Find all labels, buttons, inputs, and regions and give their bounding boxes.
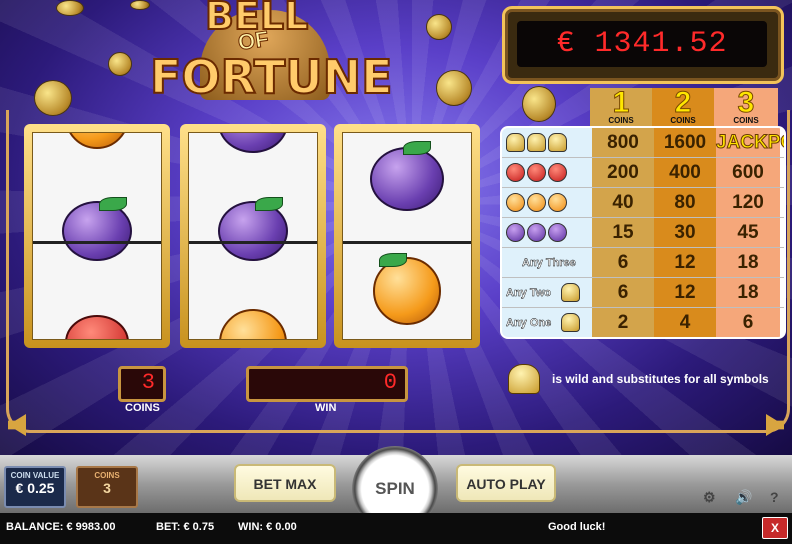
- coin-value-selector[interactable]: COIN VALUE € 0.25: [4, 466, 66, 508]
- paytable-row: Any One 2 4 6: [502, 307, 784, 337]
- plum-icon: [218, 201, 288, 261]
- paytable-row-label: Any Three: [522, 256, 576, 269]
- win-counter: 0: [246, 366, 408, 402]
- flying-coin: [108, 52, 132, 76]
- leaf-icon: [403, 141, 431, 155]
- strawberry-icon: [65, 315, 129, 339]
- paytable: 1 COINS 2 COINS 3 COINS 800 1600 JACKPOT…: [500, 87, 786, 352]
- flying-coin: [56, 0, 84, 16]
- plum-icon: [370, 147, 444, 211]
- orange-icon: [506, 193, 525, 212]
- reel-2: [180, 124, 326, 348]
- orange-icon: [219, 309, 287, 339]
- balance-text: BALANCE: € 9983.00: [6, 521, 116, 533]
- paytable-row-label: Any One: [506, 316, 552, 329]
- orange-icon: [527, 193, 546, 212]
- paytable-row: 15 30 45: [502, 217, 784, 247]
- paytable-row: 200 400 600: [502, 157, 784, 187]
- paytable-col-1: 1 COINS: [590, 87, 652, 126]
- volume-icon[interactable]: 🔊: [735, 489, 752, 506]
- auto-play-button[interactable]: AUTO PLAY: [456, 464, 556, 502]
- game-stage: BELL OF FORTUNE € 1341.52 1 COINS 2 COIN…: [0, 0, 792, 455]
- status-message: Good luck!: [548, 521, 606, 533]
- paytable-row: 40 80 120: [502, 187, 784, 217]
- plum-icon: [527, 223, 546, 242]
- help-icon[interactable]: ?: [770, 489, 779, 505]
- paytable-grid: 800 1600 JACKPOT 200 400 600 40 80 120 1…: [500, 126, 786, 339]
- plum-icon: [506, 223, 525, 242]
- plum-icon: [218, 133, 288, 153]
- paytable-row: Any Three 6 12 18: [502, 247, 784, 277]
- settings-icon[interactable]: ⚙: [703, 489, 716, 506]
- orange-icon: [548, 193, 567, 212]
- bell-icon: [561, 313, 581, 332]
- coin-value-amount: € 0.25: [15, 480, 55, 496]
- wild-note: is wild and substitutes for all symbols: [506, 364, 776, 394]
- win-text: WIN: € 0.00: [238, 521, 297, 533]
- logo-text-fortune: FORTUNE: [149, 49, 394, 105]
- strawberry-icon: [506, 163, 525, 182]
- jackpot-label: JACKPOT: [716, 132, 784, 154]
- leaf-icon: [379, 253, 407, 267]
- orange-icon: [373, 257, 441, 325]
- paytable-col-3: 3 COINS: [714, 87, 778, 126]
- coins-selector-label: COINS: [94, 471, 120, 480]
- paytable-row-label: Any Two: [506, 286, 552, 299]
- paytable-col-2: 2 COINS: [652, 87, 714, 126]
- reel-separator: [189, 241, 317, 244]
- flying-coin: [34, 80, 72, 116]
- coin-value-label: COIN VALUE: [10, 471, 60, 480]
- win-counter-label: WIN: [315, 402, 337, 414]
- reel-separator: [33, 241, 161, 244]
- plum-icon: [62, 201, 132, 261]
- bell-icon: [561, 283, 581, 302]
- bell-icon: [527, 133, 546, 152]
- game-logo: BELL OF FORTUNE: [149, 0, 394, 110]
- coins-counter-label: COINS: [125, 402, 160, 414]
- status-bar: BALANCE: € 9983.00 BET: € 0.75 WIN: € 0.…: [0, 513, 792, 544]
- coins-selector-value: 3: [103, 480, 111, 496]
- leaf-icon: [255, 197, 283, 211]
- paytable-row: Any Two 6 12 18: [502, 277, 784, 307]
- flying-coin: [436, 70, 472, 106]
- bell-icon: [508, 364, 540, 394]
- plum-icon: [548, 223, 567, 242]
- strawberry-icon: [527, 163, 546, 182]
- jackpot-amount: € 1341.52: [517, 21, 767, 67]
- coins-counter: 3: [118, 366, 166, 402]
- close-button[interactable]: X: [762, 517, 788, 539]
- reel-separator: [343, 241, 471, 244]
- reel-1: [24, 124, 170, 348]
- orange-icon: [65, 133, 129, 149]
- coins-selector[interactable]: COINS 3: [76, 466, 138, 508]
- bell-icon: [548, 133, 567, 152]
- wild-note-text: is wild and substitutes for all symbols: [552, 372, 769, 386]
- bell-icon: [506, 133, 525, 152]
- flying-coin: [426, 14, 452, 40]
- bet-max-button[interactable]: BET MAX: [234, 464, 336, 502]
- paytable-row: 800 1600 JACKPOT: [502, 128, 784, 157]
- jackpot-display: € 1341.52: [502, 6, 784, 84]
- flying-coin: [130, 0, 150, 10]
- strawberry-icon: [548, 163, 567, 182]
- reel-3: [334, 124, 480, 348]
- leaf-icon: [99, 197, 127, 211]
- bet-text: BET: € 0.75: [156, 521, 215, 533]
